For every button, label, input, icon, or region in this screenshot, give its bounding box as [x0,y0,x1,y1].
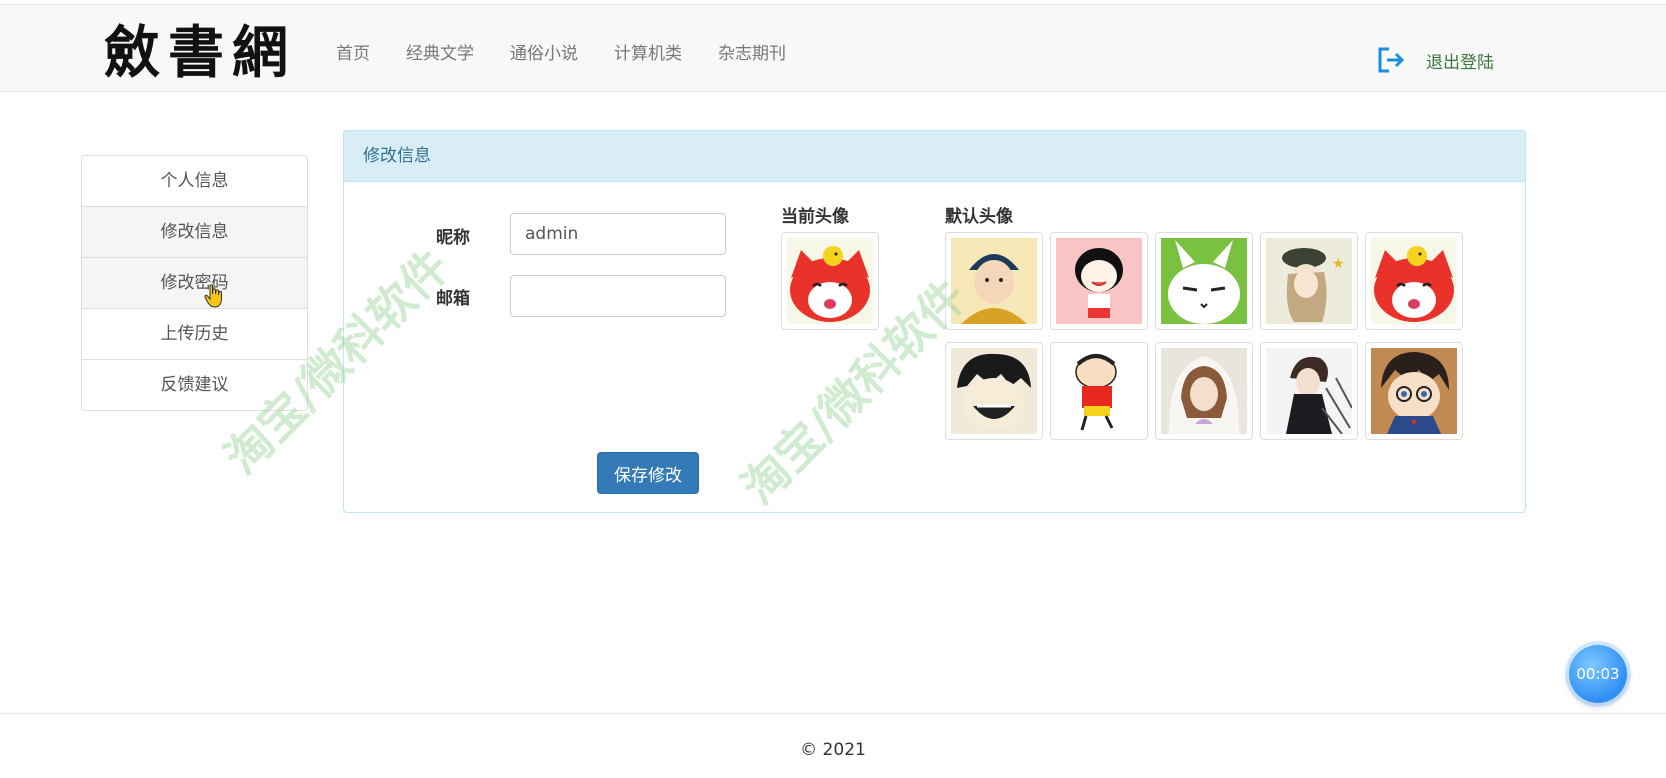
current-avatar-title: 当前头像 [781,207,849,227]
edit-info-panel: 修改信息 昵称 邮箱 保存修改 当前头像 默认头像 [343,130,1526,513]
default-avatar-4[interactable]: ★ [1260,232,1358,330]
nav-magazines[interactable]: 杂志期刊 [718,39,786,64]
footer-divider [0,713,1666,714]
main-nav: 首页 经典文学 通俗小说 计算机类 杂志期刊 [336,39,822,64]
dark-hair-boy-avatar [1266,348,1352,434]
default-avatar-1[interactable] [945,232,1043,330]
scholar-boy-avatar [951,238,1037,324]
default-avatar-5[interactable] [1365,232,1463,330]
default-avatar-6[interactable] [945,342,1043,440]
email-input[interactable] [510,275,726,317]
default-avatar-9[interactable] [1260,342,1358,440]
default-avatar-7[interactable] [1050,342,1148,440]
email-label: 邮箱 [436,289,470,309]
sidebar-item-upload-history[interactable]: 上传历史 [82,309,307,360]
top-navbar: 斂書網 首页 经典文学 通俗小说 计算机类 杂志期刊 退出登陆 [0,4,1666,92]
girl-cartoon-avatar [1056,238,1142,324]
sidebar-item-profile[interactable]: 个人信息 [82,156,307,207]
nickname-label: 昵称 [436,228,470,248]
site-logo[interactable]: 斂書網 [104,23,296,83]
rabbit-cartoon-avatar [1161,238,1247,324]
current-avatar [781,232,879,330]
default-avatar-3[interactable] [1155,232,1253,330]
save-button[interactable]: 保存修改 [597,452,699,494]
profile-sidebar: 个人信息 修改信息 修改密码 上传历史 反馈建议 [81,155,308,411]
hand-cursor-icon [204,284,222,308]
nav-popular-novels[interactable]: 通俗小说 [510,39,578,64]
nav-classic-literature[interactable]: 经典文学 [406,39,474,64]
detective-boy-avatar [1371,348,1457,434]
default-avatar-title: 默认头像 [945,207,1013,227]
hat-girl-avatar: ★ [1266,238,1352,324]
svg-text:★: ★ [1332,256,1345,272]
nickname-input[interactable] [510,213,726,255]
logout-icon [1378,47,1405,73]
recording-timer[interactable]: 00:03 [1569,645,1627,703]
footer-copyright: © 2021 [800,740,866,760]
sidebar-item-change-password[interactable]: 修改密码 [82,258,307,309]
pirate-boy-avatar [951,348,1037,434]
logout-link[interactable]: 退出登陆 [1376,45,1494,75]
default-avatar-2[interactable] [1050,232,1148,330]
default-avatar-8[interactable] [1155,342,1253,440]
panel-title: 修改信息 [344,131,1525,182]
fox-cartoon-avatar [787,238,873,324]
crayon-boy-avatar [1056,348,1142,434]
nav-home[interactable]: 首页 [336,39,370,64]
fox-cartoon-avatar [1371,238,1457,324]
nav-computer[interactable]: 计算机类 [614,39,682,64]
sidebar-item-edit-info[interactable]: 修改信息 [82,207,307,258]
sidebar-item-feedback[interactable]: 反馈建议 [82,360,307,410]
hoodie-girl-avatar [1161,348,1247,434]
default-avatar-10[interactable] [1365,342,1463,440]
logout-label: 退出登陆 [1426,52,1494,73]
